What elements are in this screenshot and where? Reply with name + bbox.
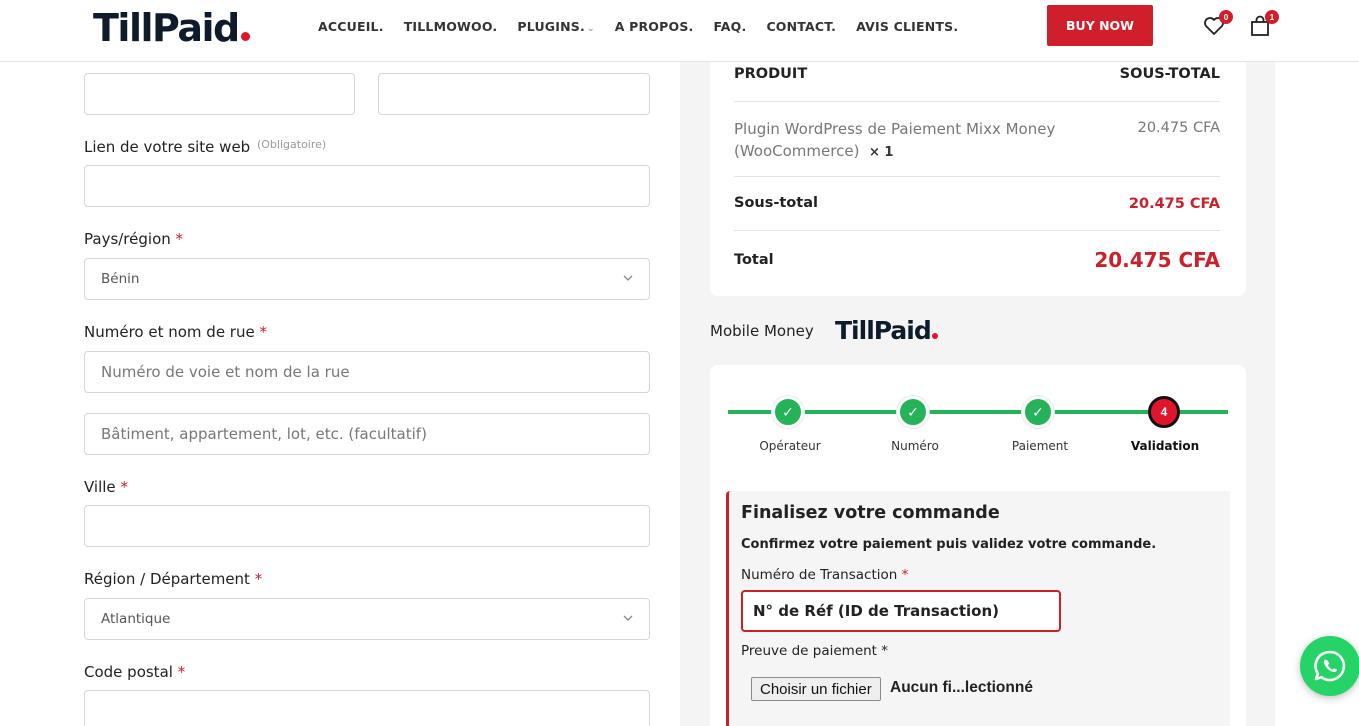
city-label: Ville * — [84, 478, 128, 496]
subtotal-label: Sous-total — [734, 195, 818, 211]
country-label-text: Pays/région — [84, 230, 171, 248]
cart-count-badge: 1 — [1265, 10, 1279, 24]
step-payment-marker[interactable]: ✓ — [1022, 396, 1054, 428]
whatsapp-chat-button[interactable] — [1300, 636, 1359, 696]
required-mark: * — [177, 663, 186, 681]
logo-dot — [240, 32, 250, 41]
order-summary-card: PRODUIT SOUS-TOTAL Plugin WordPress de P… — [710, 62, 1246, 296]
street-placeholder: Numéro de voie et nom de la rue — [101, 363, 350, 381]
country-label: Pays/région * — [84, 230, 183, 248]
street-label: Numéro et nom de rue * — [84, 323, 267, 341]
col-subtotal: SOUS-TOTAL — [1119, 66, 1220, 82]
region-select[interactable]: Atlantique — [84, 598, 650, 640]
street2-placeholder: Bâtiment, appartement, lot, etc. (facult… — [101, 425, 427, 443]
step-payment-label: Paiement — [1011, 439, 1069, 453]
transaction-label-text: Numéro de Transaction — [741, 567, 898, 583]
region-label-text: Région / Département — [84, 570, 250, 588]
step-number-label: Numéro — [891, 439, 939, 453]
cart-button[interactable]: 1 — [1248, 10, 1279, 38]
nav-plugins-label: PLUGINS. — [517, 19, 585, 34]
country-select[interactable]: Bénin — [84, 258, 650, 300]
product-name-text: Plugin WordPress de Paiement Mixx Money … — [734, 120, 1056, 160]
postal-label: Code postal * — [84, 663, 185, 681]
wishlist-button[interactable]: 0 — [1202, 10, 1233, 38]
website-hint: (Obligatoire) — [256, 138, 327, 151]
region-label: Région / Département * — [84, 570, 262, 588]
finalize-subtitle: Confirmez votre paiement puis validez vo… — [741, 537, 1157, 552]
required-mark: * — [259, 323, 268, 341]
required-mark: * — [901, 567, 909, 583]
site-header: TillPaid ACCUEIL. TILLMOWOO. PLUGINS. ⌄ A… — [0, 0, 1359, 62]
transaction-id-input[interactable]: N° de Réf (ID de Transaction) — [741, 590, 1061, 632]
payment-method-label: Mobile Money — [710, 322, 814, 340]
nav-plugins[interactable]: PLUGINS. ⌄ — [517, 18, 594, 38]
total-value: 20.475 CFA — [1094, 248, 1220, 272]
step-operator-label: Opérateur — [759, 439, 821, 453]
payment-logo-text: TillPaid — [835, 316, 932, 345]
chevron-down-icon — [623, 275, 633, 281]
divider — [734, 101, 1220, 102]
nav-contact[interactable]: CONTACT. — [766, 18, 836, 38]
payment-steps-card: ✓ Opérateur ✓ Numéro ✓ Paiement 4 Valida… — [710, 365, 1246, 726]
proof-label-text: Preuve de paiement — [741, 643, 877, 659]
street2-input[interactable]: Bâtiment, appartement, lot, etc. (facult… — [84, 413, 650, 455]
subtotal-value: 20.475 CFA — [1128, 196, 1220, 212]
product-price: 20.475 CFA — [1137, 120, 1220, 136]
region-value: Atlantique — [101, 611, 171, 627]
chevron-down-icon: ⌄ — [586, 24, 595, 34]
website-label: Lien de votre site web (Obligatoire) — [84, 138, 326, 156]
nav-faq[interactable]: FAQ. — [713, 18, 746, 38]
required-mark: * — [175, 230, 184, 248]
site-logo[interactable]: TillPaid — [93, 6, 250, 50]
logo-dot — [931, 333, 938, 339]
street-input[interactable]: Numéro de voie et nom de la rue — [84, 351, 650, 393]
main-nav: ACCUEIL. TILLMOWOO. PLUGINS. ⌄ A PROPOS. … — [318, 18, 978, 38]
total-label: Total — [734, 252, 774, 268]
chevron-down-icon — [623, 615, 633, 621]
required-mark: * — [120, 478, 128, 496]
nav-tillmowoo[interactable]: TILLMOWOO. — [404, 18, 498, 38]
whatsapp-icon — [1314, 650, 1346, 682]
required-mark: * — [881, 643, 889, 659]
step-validation-label: Validation — [1130, 439, 1200, 453]
nav-accueil[interactable]: ACCUEIL. — [318, 18, 384, 38]
product-name: Plugin WordPress de Paiement Mixx Money … — [734, 118, 1094, 164]
website-label-text: Lien de votre site web — [84, 138, 251, 156]
city-label-text: Ville — [84, 478, 116, 496]
street-label-text: Numéro et nom de rue — [84, 323, 255, 341]
choose-file-button[interactable]: Choisir un fichier — [751, 677, 881, 701]
finalize-order-box: Finalisez votre commande Confirmez votre… — [726, 491, 1230, 726]
file-status: Aucun fi...lectionné — [890, 679, 1033, 696]
last-name-input[interactable] — [378, 73, 650, 115]
postal-label-text: Code postal — [84, 663, 173, 681]
first-name-input[interactable] — [84, 73, 355, 115]
postal-input[interactable] — [84, 690, 650, 726]
product-qty: × 1 — [868, 145, 894, 160]
logo-text: TillPaid — [93, 6, 240, 50]
buy-now-button[interactable]: BUY NOW — [1047, 5, 1153, 46]
nav-a-propos[interactable]: A PROPOS. — [615, 18, 694, 38]
country-value: Bénin — [101, 271, 140, 287]
transaction-placeholder: N° de Réf (ID de Transaction) — [753, 602, 999, 620]
divider — [734, 230, 1220, 231]
required-mark: * — [254, 570, 263, 588]
nav-avis-clients[interactable]: AVIS CLIENTS. — [856, 18, 958, 38]
step-validation-marker[interactable]: 4 — [1148, 396, 1180, 428]
divider — [734, 176, 1220, 177]
wishlist-count-badge: 0 — [1219, 10, 1233, 24]
proof-label: Preuve de paiement * — [741, 643, 888, 659]
payment-logo: TillPaid — [835, 316, 938, 346]
transaction-label: Numéro de Transaction * — [741, 567, 908, 583]
finalize-title: Finalisez votre commande — [741, 503, 1000, 523]
step-operator-marker[interactable]: ✓ — [772, 396, 804, 428]
city-input[interactable] — [84, 505, 650, 547]
col-product: PRODUIT — [734, 66, 808, 82]
step-number-marker[interactable]: ✓ — [897, 396, 929, 428]
website-input[interactable] — [84, 165, 650, 207]
